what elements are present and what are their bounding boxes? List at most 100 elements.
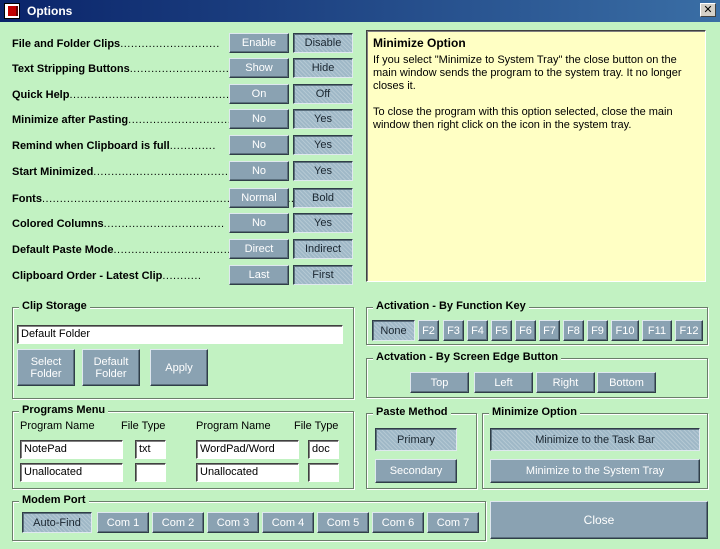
setting-option-button[interactable]: Off [293,84,353,104]
modem-port-button[interactable]: Com 7 [427,512,479,533]
help-panel-paragraph: If you select "Minimize to System Tray" … [373,54,682,92]
setting-label: Clipboard Order - Latest Clip........... [12,270,201,282]
window-title: Options [27,4,73,18]
minimize-tray-button[interactable]: Minimize to the System Tray [490,459,700,483]
file-type-field[interactable]: txt [135,440,166,459]
setting-label-text: Quick Help [12,89,70,101]
setting-label: Text Stripping Buttons..................… [12,63,229,75]
file-type-header: File Type [294,420,339,432]
file-type-field[interactable] [308,463,339,482]
function-key-button[interactable]: F12 [675,320,703,341]
activation-function-key-title: Activation - By Function Key [373,300,529,312]
minimize-taskbar-button[interactable]: Minimize to the Task Bar [490,428,700,451]
paste-method-title: Paste Method [373,406,451,418]
setting-option-button[interactable]: Enable [229,33,289,53]
modem-port-button[interactable]: Com 4 [262,512,314,533]
setting-option-button[interactable]: Yes [293,109,353,129]
setting-label: Minimize after Pasting..................… [12,114,238,126]
setting-label-dots: ............................ [120,38,220,50]
program-name-field[interactable]: WordPad/Word [196,440,299,459]
modem-port-button[interactable]: Auto-Find [22,512,92,533]
setting-label-dots: ............................... [128,114,239,126]
setting-label: Colored Columns.........................… [12,218,225,230]
function-key-button[interactable]: F2 [418,320,439,341]
default-folder-label: Default [93,355,129,368]
edge-right-button[interactable]: Right [536,372,595,393]
setting-label-dots: ............................ [129,63,230,75]
function-key-button[interactable]: F8 [563,320,584,341]
function-key-button[interactable]: F3 [443,320,464,341]
modem-port-button[interactable]: Com 5 [317,512,369,533]
setting-option-button[interactable]: Yes [293,161,353,181]
setting-option-button[interactable]: On [229,84,289,104]
select-folder-button[interactable]: Select Folder [17,349,75,386]
setting-label-text: Start Minimized [12,166,94,178]
modem-port-title: Modem Port [19,494,89,506]
setting-option-button[interactable]: Bold [293,188,353,208]
activation-edge-title: Actvation - By Screen Edge Button [373,351,562,363]
paste-primary-button[interactable]: Primary [375,428,457,451]
setting-option-button[interactable]: Show [229,58,289,78]
function-key-button[interactable]: F9 [587,320,608,341]
setting-label-dots: .................................. [103,218,225,230]
setting-option-button[interactable]: Direct [229,239,289,259]
select-folder-label: Select [30,355,62,368]
edge-bottom-button[interactable]: Bottom [597,372,656,393]
setting-option-button[interactable]: Hide [293,58,353,78]
modem-port-button[interactable]: Com 1 [97,512,149,533]
modem-port-button[interactable]: Com 2 [152,512,204,533]
function-key-button[interactable]: F10 [611,320,639,341]
file-type-header: File Type [121,420,166,432]
function-key-button[interactable]: F4 [467,320,488,341]
setting-option-button[interactable]: Normal [229,188,289,208]
setting-label-text: Text Stripping Buttons [12,63,130,75]
modem-port-button[interactable]: Com 3 [207,512,259,533]
function-key-button[interactable]: F11 [642,320,672,341]
setting-option-button[interactable]: No [229,109,289,129]
setting-label: Default Paste Mode......................… [12,244,249,256]
edge-top-button[interactable]: Top [410,372,469,393]
function-key-button[interactable]: None [372,320,415,341]
setting-label: File and Folder Clips...................… [12,38,220,50]
close-button[interactable]: Close [490,501,708,539]
setting-option-button[interactable]: Yes [293,135,353,155]
file-type-field[interactable] [135,463,166,482]
function-key-button[interactable]: F5 [491,320,512,341]
programs-menu-title: Programs Menu [19,404,109,416]
program-name-field[interactable]: NotePad [20,440,123,459]
setting-label: Start Minimized.........................… [12,166,264,178]
setting-option-button[interactable]: Yes [293,213,353,233]
modem-port-button[interactable]: Com 6 [372,512,424,533]
setting-label-text: Default Paste Mode [12,244,114,256]
help-panel-paragraph: To close the program with this option se… [373,106,673,131]
setting-label: Remind when Clipboard is full...........… [12,140,216,152]
setting-label-dots: ............. [169,140,216,152]
function-key-button[interactable]: F7 [539,320,560,341]
paste-secondary-button[interactable]: Secondary [375,459,457,483]
function-key-button[interactable]: F6 [515,320,536,341]
apply-button[interactable]: Apply [150,349,208,386]
setting-option-button[interactable]: Indirect [293,239,353,259]
app-icon[interactable] [4,3,20,19]
window-close-button[interactable]: ✕ [700,3,716,17]
default-folder-button[interactable]: Default Folder [82,349,140,386]
setting-label-text: Colored Columns [12,218,104,230]
file-type-field[interactable]: doc [308,440,339,459]
setting-label: Quick Help..............................… [12,89,258,101]
setting-option-button[interactable]: Last [229,265,289,285]
minimize-option-title: Minimize Option [489,406,580,418]
setting-option-button[interactable]: Disable [293,33,353,53]
program-name-field[interactable]: Unallocated [196,463,299,482]
setting-label-dots: ........... [162,270,202,282]
setting-option-button[interactable]: First [293,265,353,285]
setting-option-button[interactable]: No [229,135,289,155]
help-panel: Minimize Option If you select "Minimize … [366,30,706,282]
setting-option-button[interactable]: No [229,213,289,233]
setting-option-button[interactable]: No [229,161,289,181]
setting-label-text: Minimize after Pasting [12,114,129,126]
program-name-header: Program Name [20,420,95,432]
program-name-field[interactable]: Unallocated [20,463,123,482]
clip-storage-title: Clip Storage [19,300,90,312]
edge-left-button[interactable]: Left [474,372,533,393]
storage-folder-field[interactable]: Default Folder [17,325,343,344]
